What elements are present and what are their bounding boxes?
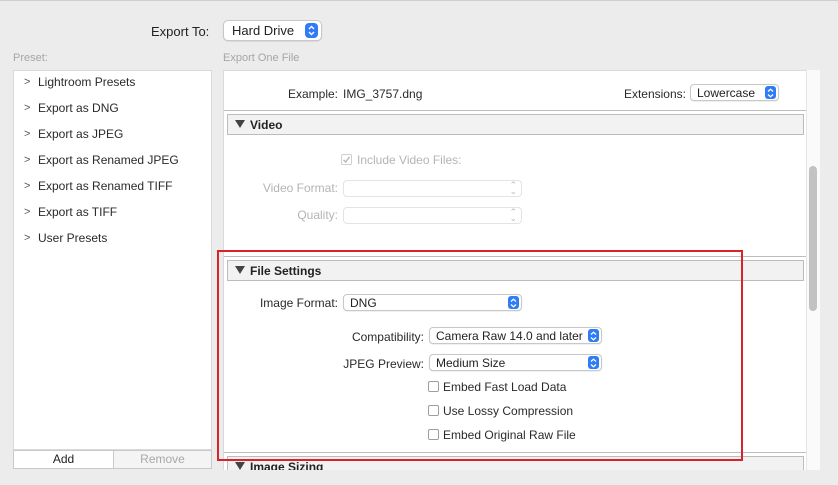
- extensions-dropdown[interactable]: Lowercase: [690, 84, 779, 101]
- add-preset-button[interactable]: Add: [13, 450, 114, 469]
- quality-dropdown[interactable]: ⌃ ⌄: [343, 207, 522, 224]
- dropdown-arrows-icon: ⌃ ⌄: [509, 207, 517, 223]
- export-to-value: Hard Drive: [232, 23, 295, 38]
- preset-folder-export-as-tiff[interactable]: > Export as TIFF: [24, 204, 117, 220]
- preset-label: Lightroom Presets: [38, 75, 136, 89]
- preset-label: Export as TIFF: [38, 205, 118, 219]
- preset-label: Export as JPEG: [38, 127, 124, 141]
- disclosure-triangle-down-icon[interactable]: [235, 462, 245, 470]
- dropdown-stepper-icon: [305, 23, 318, 38]
- remove-preset-button[interactable]: Remove: [114, 450, 212, 469]
- include-video-label: Include Video Files:: [357, 153, 462, 167]
- video-format-dropdown[interactable]: ⌃ ⌄: [343, 180, 522, 197]
- dropdown-stepper-icon: [765, 86, 776, 99]
- section-divider: [224, 110, 806, 111]
- preset-folder-lightroom-presets[interactable]: > Lightroom Presets: [24, 74, 135, 90]
- scrollbar-thumb[interactable]: [809, 166, 817, 311]
- preset-label: User Presets: [38, 231, 108, 245]
- highlight-annotation-box: [217, 250, 743, 461]
- chevron-right-icon[interactable]: >: [24, 102, 36, 114]
- chevron-right-icon[interactable]: >: [24, 76, 36, 88]
- checkmark-icon: [342, 156, 351, 164]
- chevron-right-icon[interactable]: >: [24, 128, 36, 140]
- example-label: Example:: [287, 87, 338, 101]
- chevron-right-icon[interactable]: >: [24, 180, 36, 192]
- include-video-checkbox[interactable]: [341, 154, 352, 165]
- example-filename: IMG_3757.dng: [343, 87, 423, 101]
- preset-label: Export as Renamed JPEG: [38, 153, 179, 167]
- extensions-label: Extensions:: [623, 87, 686, 101]
- export-to-label: Export To:: [151, 24, 210, 39]
- export-to-dropdown[interactable]: Hard Drive: [223, 20, 322, 41]
- preset-folder-export-as-renamed-tiff[interactable]: > Export as Renamed TIFF: [24, 178, 173, 194]
- video-section-header[interactable]: Video: [227, 114, 804, 135]
- preset-label: Export as DNG: [38, 101, 119, 115]
- preset-folder-export-as-dng[interactable]: > Export as DNG: [24, 100, 119, 116]
- video-section-title: Video: [250, 118, 283, 132]
- preset-folder-export-as-renamed-jpeg[interactable]: > Export as Renamed JPEG: [24, 152, 179, 168]
- preset-folder-user-presets[interactable]: > User Presets: [24, 230, 107, 246]
- preset-list: > Lightroom Presets > Export as DNG > Ex…: [13, 70, 212, 450]
- extensions-value: Lowercase: [697, 86, 756, 100]
- export-section-label: Export One File: [223, 52, 300, 64]
- chevron-right-icon[interactable]: >: [24, 206, 36, 218]
- chevron-right-icon[interactable]: >: [24, 154, 36, 166]
- chevron-right-icon[interactable]: >: [24, 232, 36, 244]
- image-sizing-section-title: Image Sizing: [250, 460, 324, 470]
- preset-label: Export as Renamed TIFF: [38, 179, 173, 193]
- video-format-label: Video Format:: [262, 181, 338, 195]
- preset-section-label: Preset:: [13, 52, 48, 64]
- dropdown-arrows-icon: ⌃ ⌄: [509, 180, 517, 196]
- quality-label: Quality:: [297, 208, 338, 222]
- window-top-border: [0, 0, 838, 1]
- disclosure-triangle-down-icon[interactable]: [235, 120, 245, 129]
- preset-folder-export-as-jpeg[interactable]: > Export as JPEG: [24, 126, 123, 142]
